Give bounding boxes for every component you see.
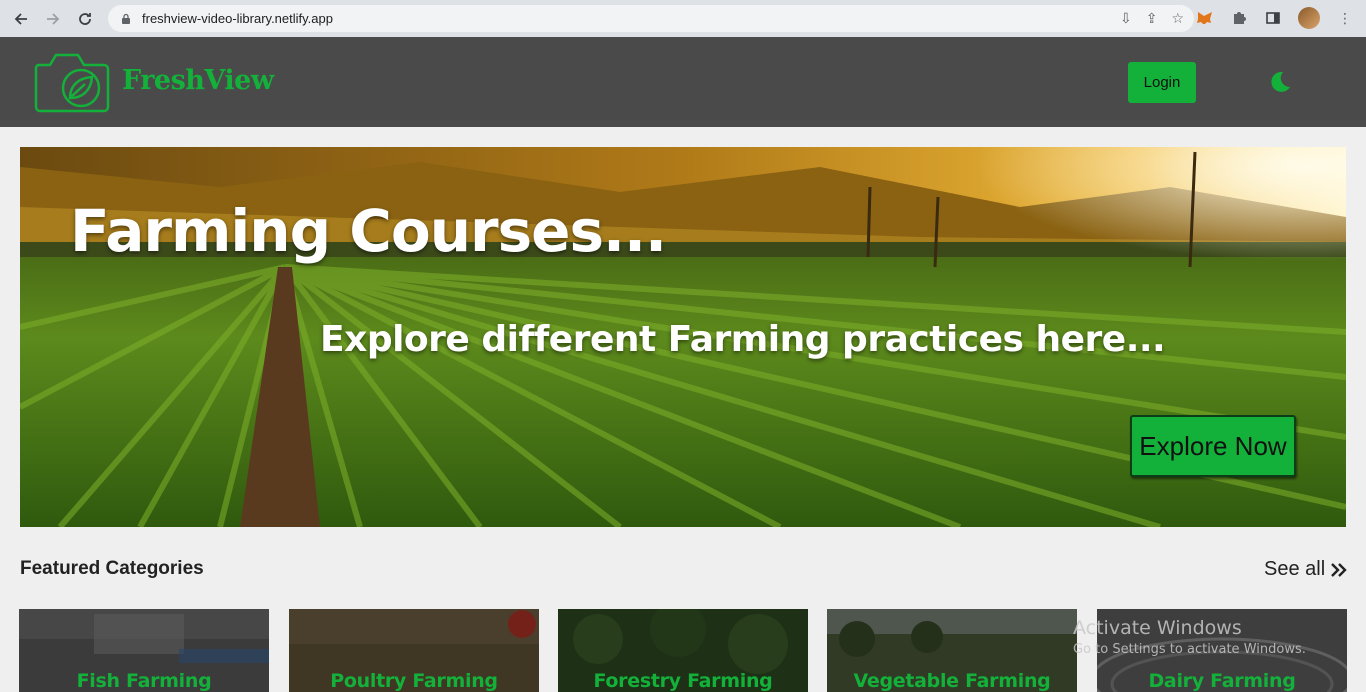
featured-categories-title: Featured Categories [20,558,204,579]
lock-icon [122,13,130,24]
category-card-forestry-farming[interactable]: Forestry Farming [558,609,808,692]
category-card-vegetable-farming[interactable]: Vegetable Farming [827,609,1077,692]
category-label: Dairy Farming [1148,670,1296,692]
watermark-line-2: Go to Settings to activate Windows. [1073,642,1306,657]
browser-toolbar: freshview-video-library.netlify.app ⇩ ⇪ … [0,0,1366,37]
category-label: Poultry Farming [330,670,498,692]
category-label: Vegetable Farming [853,670,1051,692]
hero-title: Farming Courses... [70,197,667,265]
bookmark-star-icon[interactable]: ☆ [1171,10,1184,27]
hero-banner: Farming Courses... Explore different Far… [20,147,1346,527]
profile-avatar[interactable] [1298,7,1320,29]
double-chevron-right-icon [1331,562,1347,577]
see-all-link[interactable]: See all [1264,558,1349,581]
forward-icon[interactable] [42,8,64,30]
windows-activation-watermark: Activate Windows Go to Settings to activ… [1073,617,1306,657]
camera-leaf-logo-icon[interactable] [34,51,110,113]
moon-icon[interactable] [1268,70,1292,94]
category-card-fish-farming[interactable]: Fish Farming [19,609,269,692]
url-text: freshview-video-library.netlify.app [142,11,333,26]
site-header: FreshView Login [0,37,1366,127]
side-panel-icon[interactable] [1264,9,1282,27]
login-button[interactable]: Login [1128,62,1196,103]
category-label: Fish Farming [76,670,212,692]
address-bar[interactable]: freshview-video-library.netlify.app ⇩ ⇪ … [108,5,1194,32]
share-icon[interactable]: ⇪ [1146,10,1158,27]
reload-icon[interactable] [74,8,96,30]
watermark-line-1: Activate Windows [1073,617,1242,639]
category-card-poultry-farming[interactable]: Poultry Farming [289,609,539,692]
back-icon[interactable] [10,8,32,30]
hero-subtitle: Explore different Farming practices here… [320,319,1166,360]
install-app-icon[interactable]: ⇩ [1120,10,1132,27]
menu-dots-icon[interactable]: ⋮ [1336,9,1354,27]
category-label: Forestry Farming [593,670,773,692]
brand-name[interactable]: FreshView [122,65,274,96]
extensions-puzzle-icon[interactable] [1230,9,1248,27]
explore-now-button[interactable]: Explore Now [1130,415,1296,477]
metamask-extension-icon[interactable] [1196,9,1214,27]
see-all-label: See all [1264,558,1326,580]
